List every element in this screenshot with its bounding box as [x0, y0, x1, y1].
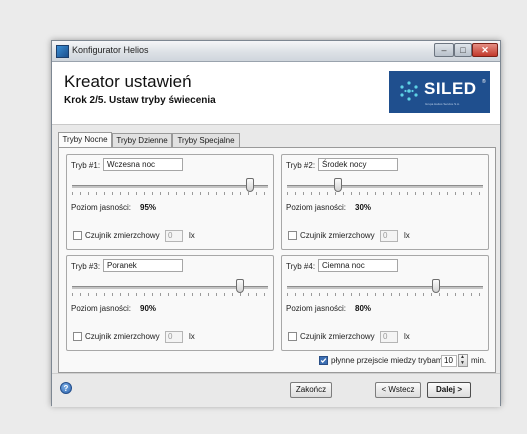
smooth-transition-label: płynne przejscie miedzy trybami	[331, 356, 445, 365]
brightness-label: Poziom jasności:	[71, 304, 132, 313]
logo-dots-icon	[400, 81, 418, 101]
minimize-button[interactable]: –	[434, 43, 454, 57]
mode-name-input[interactable]: Ciemna noc	[318, 259, 398, 272]
app-icon	[56, 45, 69, 58]
brightness-slider-thumb[interactable]	[246, 178, 255, 192]
mode-label: Tryb #2:	[286, 161, 316, 170]
brightness-slider-track[interactable]	[287, 185, 483, 188]
brightness-value: 90%	[140, 304, 157, 313]
transition-minutes-spinner[interactable]: ▲ ▼	[458, 354, 468, 367]
brightness-slider-track[interactable]	[287, 286, 483, 289]
sensor-checkbox[interactable]	[73, 231, 82, 240]
wizard-step-subtitle: Krok 2/5. Ustaw tryby świecenia	[64, 95, 216, 106]
sensor-checkbox[interactable]	[288, 231, 297, 240]
lux-input[interactable]: 0	[165, 230, 183, 242]
lux-unit: lx	[404, 231, 410, 240]
brightness-label: Poziom jasności:	[286, 304, 347, 313]
sensor-checkbox[interactable]	[288, 332, 297, 341]
slider-ticks	[287, 293, 483, 296]
sensor-label: Czujnik zmierzchowy	[85, 332, 160, 341]
mode-group-2: Tryb #2: Środek nocy Poziom jasności: 30…	[281, 154, 489, 250]
lux-input[interactable]: 0	[165, 331, 183, 343]
mode-group-4: Tryb #4: Ciemna noc Poziom jasności: 80%…	[281, 255, 489, 351]
mode-name-input[interactable]: Wczesna noc	[103, 158, 183, 171]
wizard-title: Kreator ustawień	[64, 72, 192, 91]
maximize-button[interactable]: □	[454, 43, 472, 57]
slider-ticks	[72, 293, 268, 296]
brightness-value: 80%	[355, 304, 372, 313]
wizard-header: Kreator ustawień Krok 2/5. Ustaw tryby ś…	[52, 62, 500, 125]
transition-minutes-input[interactable]: 10	[441, 355, 457, 367]
brightness-slider-track[interactable]	[72, 185, 268, 188]
mode-label: Tryb #1:	[71, 161, 101, 170]
logo-registered-mark: ®	[482, 79, 486, 85]
mode-name-input[interactable]: Środek nocy	[318, 158, 398, 171]
tab-day-modes[interactable]: Tryby Dzienne	[112, 133, 172, 147]
lux-unit: lx	[404, 332, 410, 341]
mode-label: Tryb #4:	[286, 262, 316, 271]
lux-input[interactable]: 0	[380, 230, 398, 242]
night-modes-panel: Tryb #1: Wczesna noc Poziom jasności: 95…	[58, 147, 496, 373]
lux-input[interactable]: 0	[380, 331, 398, 343]
slider-ticks	[287, 192, 483, 195]
sensor-checkbox[interactable]	[73, 332, 82, 341]
title-bar[interactable]: Konfigurator Helios – □ ✕	[52, 41, 500, 62]
close-button[interactable]: ✕	[472, 43, 498, 57]
finish-button[interactable]: Zakończ	[290, 382, 332, 398]
sensor-label: Czujnik zmierzchowy	[300, 332, 375, 341]
brightness-value: 95%	[140, 203, 157, 212]
mode-group-1: Tryb #1: Wczesna noc Poziom jasności: 95…	[66, 154, 274, 250]
tab-special-modes[interactable]: Tryby Specjalne	[172, 133, 240, 147]
brightness-slider-thumb[interactable]	[431, 279, 440, 293]
lux-unit: lx	[189, 231, 195, 240]
brightness-slider-thumb[interactable]	[236, 279, 245, 293]
slider-ticks	[72, 192, 268, 195]
transition-minutes-unit: min.	[471, 356, 487, 365]
brightness-slider-thumb[interactable]	[333, 178, 342, 192]
help-icon[interactable]: ?	[60, 382, 72, 394]
next-button[interactable]: Dalej >	[427, 382, 471, 398]
lux-unit: lx	[189, 332, 195, 341]
back-button[interactable]: < Wstecz	[375, 382, 421, 398]
configurator-window: Konfigurator Helios – □ ✕ Kreator ustawi…	[51, 40, 501, 407]
brightness-label: Poziom jasności:	[286, 203, 347, 212]
logo-wordmark: SILED	[424, 79, 477, 98]
brightness-value: 30%	[355, 203, 372, 212]
logo-tagline: Grupa Helios Service S.A.	[425, 102, 460, 106]
mode-group-3: Tryb #3: Poranek Poziom jasności: 90% Cz…	[66, 255, 274, 351]
siled-logo: SILED ® Grupa Helios Service S.A.	[389, 71, 490, 113]
sensor-label: Czujnik zmierzchowy	[85, 231, 160, 240]
mode-name-input[interactable]: Poranek	[103, 259, 183, 272]
window-title: Konfigurator Helios	[72, 45, 149, 55]
brightness-label: Poziom jasności:	[71, 203, 132, 212]
wizard-footer: ? Zakończ < Wstecz Dalej >	[52, 373, 500, 407]
spinner-down-icon[interactable]: ▼	[460, 361, 465, 366]
sensor-label: Czujnik zmierzchowy	[300, 231, 375, 240]
mode-label: Tryb #3:	[71, 262, 101, 271]
tab-night-modes[interactable]: Tryby Nocne	[58, 132, 112, 147]
smooth-transition-checkbox[interactable]	[319, 356, 328, 365]
